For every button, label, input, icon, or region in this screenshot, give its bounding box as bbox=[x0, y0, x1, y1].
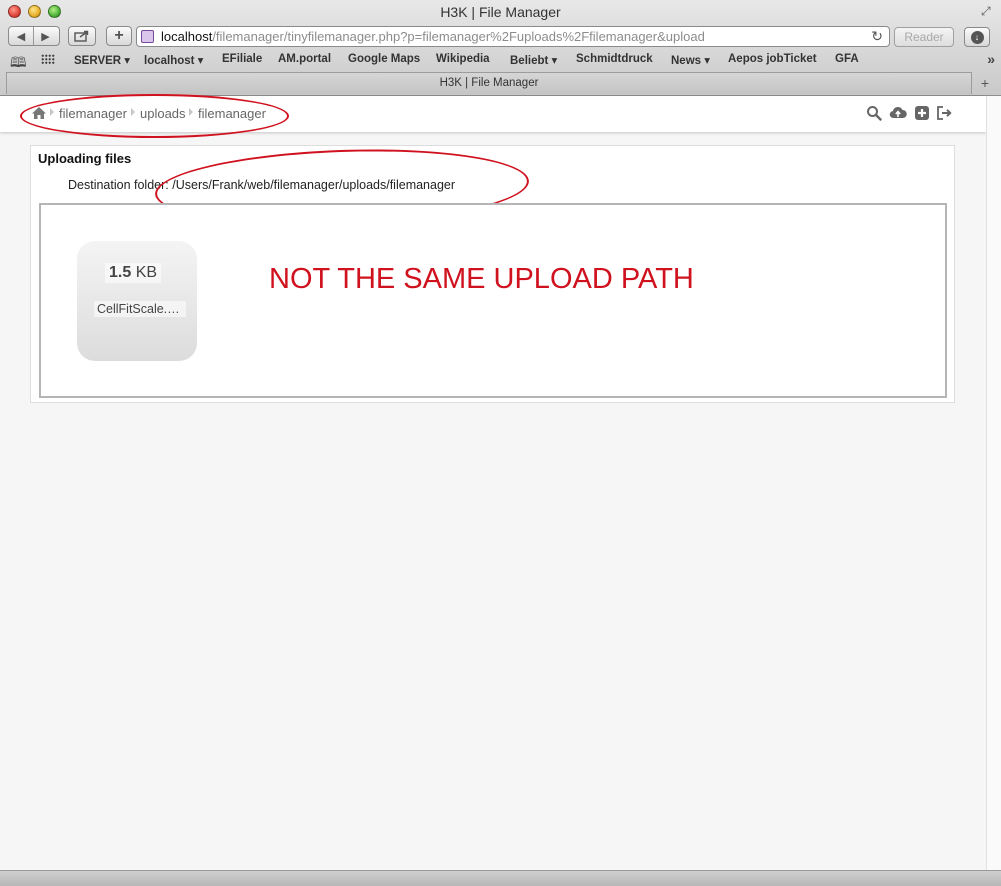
download-icon: ↓ bbox=[970, 30, 984, 44]
address-bar[interactable]: localhost/filemanager/tinyfilemanager.ph… bbox=[136, 26, 890, 47]
fullscreen-icon[interactable]: ⤢ bbox=[981, 5, 993, 17]
page-content: filemanager uploads filemanager Uploadin… bbox=[0, 94, 986, 870]
reload-icon[interactable]: ↻ bbox=[871, 27, 883, 46]
bookmark-beliebt[interactable]: Beliebt ▾ bbox=[510, 53, 557, 67]
tab-bar: H3K | File Manager + bbox=[0, 72, 1001, 94]
bookmark-amportal[interactable]: AM.portal bbox=[278, 53, 331, 65]
status-bar bbox=[0, 870, 1001, 886]
navigation-buttons: ◀ ▶ bbox=[8, 26, 60, 46]
bookmark-efiliale[interactable]: EFiliale bbox=[222, 53, 262, 65]
bookmarks-bar: 🕮 SERVER ▾ localhost ▾ EFiliale AM.porta… bbox=[0, 50, 1001, 70]
file-size: 1.5 KB bbox=[105, 263, 162, 283]
top-sites-grid-icon[interactable] bbox=[41, 54, 55, 65]
breadcrumb-separator bbox=[189, 108, 193, 116]
bookmark-wikipedia[interactable]: Wikipedia bbox=[436, 53, 490, 65]
upload-cloud-icon[interactable] bbox=[889, 105, 907, 121]
bookmark-localhost[interactable]: localhost ▾ bbox=[144, 53, 203, 67]
upload-panel-title: Uploading files bbox=[38, 151, 132, 166]
breadcrumb-item-current: filemanager bbox=[198, 106, 266, 121]
new-tab-icon[interactable]: + bbox=[976, 75, 994, 91]
add-bookmark-button[interactable]: + bbox=[106, 26, 132, 46]
site-favicon-icon bbox=[141, 30, 154, 43]
downloads-button[interactable]: ↓ bbox=[964, 27, 990, 47]
bookmark-schmidtdruck[interactable]: Schmidtdruck bbox=[576, 53, 653, 65]
reader-button[interactable]: Reader bbox=[894, 27, 954, 47]
logout-icon[interactable] bbox=[936, 105, 952, 121]
forward-button[interactable]: ▶ bbox=[33, 27, 57, 45]
title-bar: H3K | File Manager ⤢ bbox=[0, 0, 1001, 24]
plus-icon: + bbox=[114, 27, 124, 44]
share-icon bbox=[69, 27, 95, 45]
breadcrumb-separator bbox=[50, 108, 54, 116]
url-host: localhost bbox=[161, 29, 213, 44]
file-name: CellFitScale.p... bbox=[94, 301, 186, 317]
upload-dropzone[interactable]: 1.5 KB CellFitScale.p... NOT THE SAME UP… bbox=[39, 203, 947, 398]
browser-toolbar: ◀ ▶ + localhost/filemanager/tinyfilemana… bbox=[0, 24, 1001, 50]
breadcrumb-item-uploads[interactable]: uploads bbox=[140, 106, 186, 121]
add-file-icon[interactable] bbox=[914, 105, 930, 121]
browser-chrome: H3K | File Manager ⤢ ◀ ▶ + localhost/fil… bbox=[0, 0, 1001, 96]
window-title: H3K | File Manager bbox=[440, 4, 561, 20]
back-button[interactable]: ◀ bbox=[9, 27, 33, 45]
destination-folder: Destination folder: /Users/Frank/web/fil… bbox=[68, 178, 455, 192]
share-button[interactable] bbox=[68, 26, 96, 46]
bookmark-aepos-jobticket[interactable]: Aepos jobTicket bbox=[728, 53, 817, 65]
breadcrumb-item-filemanager[interactable]: filemanager bbox=[59, 106, 127, 121]
bookmark-server[interactable]: SERVER ▾ bbox=[74, 53, 130, 67]
app-header: filemanager uploads filemanager bbox=[0, 94, 986, 138]
bookmark-news[interactable]: News ▾ bbox=[671, 53, 710, 67]
tab-file-manager[interactable]: H3K | File Manager bbox=[6, 72, 972, 94]
more-bookmarks-icon[interactable]: » bbox=[987, 51, 995, 67]
search-icon[interactable] bbox=[866, 105, 882, 121]
file-preview: 1.5 KB CellFitScale.p... bbox=[77, 241, 197, 361]
bookmark-gfa[interactable]: GFA bbox=[835, 53, 859, 65]
breadcrumb-separator bbox=[131, 108, 135, 116]
destination-path: /Users/Frank/web/filemanager/uploads/fil… bbox=[172, 178, 456, 192]
url-path: /filemanager/tinyfilemanager.php?p=filem… bbox=[212, 29, 705, 44]
bookmark-google-maps[interactable]: Google Maps bbox=[348, 53, 420, 65]
forward-arrow-icon: ▶ bbox=[41, 30, 50, 43]
home-icon[interactable] bbox=[31, 106, 47, 120]
annotation-warning-text: NOT THE SAME UPLOAD PATH bbox=[269, 263, 694, 295]
destination-label: Destination folder: bbox=[68, 178, 169, 192]
vertical-scrollbar[interactable] bbox=[986, 96, 1001, 870]
upload-panel: Uploading files Destination folder: /Use… bbox=[30, 143, 955, 403]
back-arrow-icon: ◀ bbox=[16, 30, 26, 43]
